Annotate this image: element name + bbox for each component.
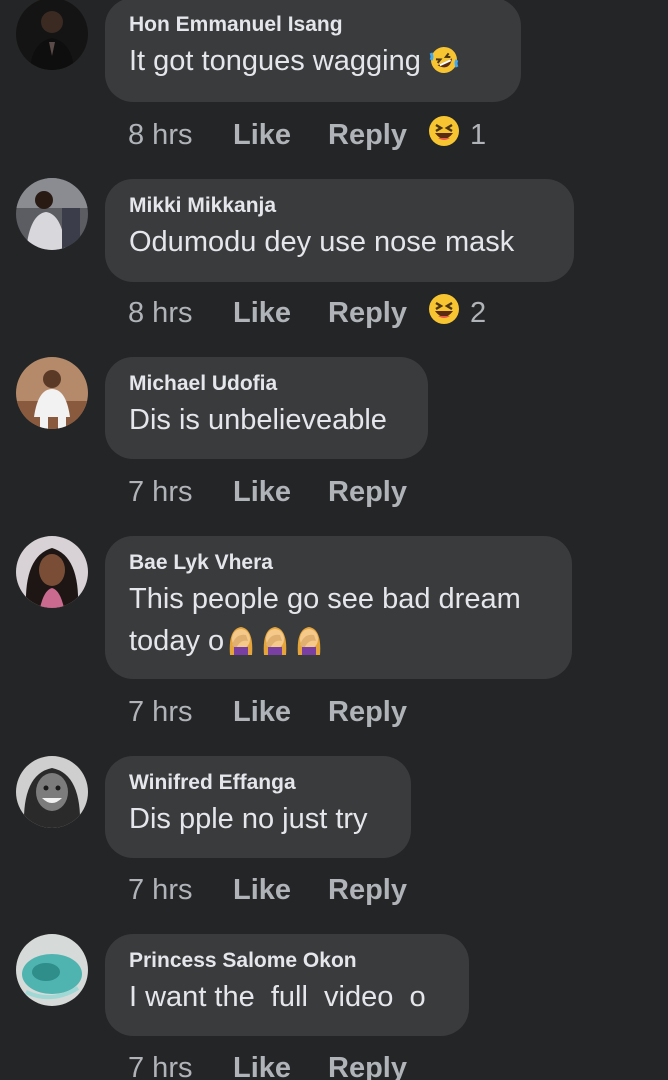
comment-text: Dis pple no just try: [129, 803, 368, 835]
comments-feed: Hon Emmanuel Isang It got tongues waggin…: [0, 0, 668, 1080]
comment-author[interactable]: Hon Emmanuel Isang: [129, 12, 497, 38]
comment-author[interactable]: Princess Salome Okon: [129, 948, 445, 974]
comment-text: This people go see bad dream today o: [129, 578, 548, 667]
reply-button[interactable]: Reply: [328, 1052, 428, 1080]
reaction-summary[interactable]: 2: [428, 293, 486, 333]
facepalm-emoji-icon: [224, 621, 258, 667]
comment-author[interactable]: Mikki Mikkanja: [129, 193, 550, 219]
comment-time[interactable]: 7 hrs: [128, 874, 233, 907]
like-button[interactable]: Like: [233, 874, 328, 907]
comment-actions: 7 hrs Like Reply: [128, 1048, 428, 1080]
comment-bubble[interactable]: Michael Udofia Dis is unbelieveable: [105, 357, 428, 459]
reaction-summary[interactable]: 1: [428, 115, 486, 155]
comment-time[interactable]: 7 hrs: [128, 696, 233, 729]
comment-bubble[interactable]: Bae Lyk Vhera This people go see bad dre…: [105, 536, 572, 679]
avatar[interactable]: [16, 0, 88, 70]
facepalm-emoji-icon: [292, 621, 326, 667]
avatar[interactable]: [16, 536, 88, 608]
comment-author[interactable]: Bae Lyk Vhera: [129, 550, 548, 576]
reply-button[interactable]: Reply: [328, 874, 428, 907]
comment-text: I want the full video o: [129, 981, 426, 1013]
comment-bubble[interactable]: Mikki Mikkanja Odumodu dey use nose mask: [105, 179, 574, 282]
comment-bubble[interactable]: Winifred Effanga Dis pple no just try: [105, 756, 411, 858]
comment-actions: 7 hrs Like Reply: [128, 472, 428, 512]
reply-button[interactable]: Reply: [328, 476, 428, 509]
comment-text: Odumodu dey use nose mask: [129, 226, 515, 258]
reply-button[interactable]: Reply: [328, 696, 428, 729]
like-button[interactable]: Like: [233, 119, 328, 152]
comment-text-line: This people go see bad dream: [129, 583, 521, 615]
reply-button[interactable]: Reply: [328, 119, 428, 152]
comment-time[interactable]: 7 hrs: [128, 1052, 233, 1080]
facepalm-emoji-icon: [258, 621, 292, 667]
comment-author[interactable]: Michael Udofia: [129, 371, 404, 397]
comment-time[interactable]: 7 hrs: [128, 476, 233, 509]
comment-actions: 8 hrs Like Reply 1: [128, 115, 486, 155]
comment-text: It got tongues wagging: [129, 40, 497, 87]
avatar[interactable]: [16, 178, 88, 250]
comment-time[interactable]: 8 hrs: [128, 297, 233, 330]
avatar[interactable]: [16, 756, 88, 828]
avatar[interactable]: [16, 934, 88, 1006]
like-button[interactable]: Like: [233, 1052, 328, 1080]
avatar[interactable]: [16, 357, 88, 429]
rofl-emoji-icon: [429, 45, 459, 87]
like-button[interactable]: Like: [233, 297, 328, 330]
comment-text: Dis is unbelieveable: [129, 404, 387, 436]
like-button[interactable]: Like: [233, 476, 328, 509]
like-button[interactable]: Like: [233, 696, 328, 729]
comment-actions: 8 hrs Like Reply 2: [128, 293, 486, 333]
comment-actions: 7 hrs Like Reply: [128, 870, 428, 910]
comment-time[interactable]: 8 hrs: [128, 119, 233, 152]
reply-button[interactable]: Reply: [328, 297, 428, 330]
laughing-emoji-icon: [428, 115, 460, 155]
comment-actions: 7 hrs Like Reply: [128, 692, 428, 732]
laughing-emoji-icon: [428, 293, 460, 333]
comment-bubble[interactable]: Princess Salome Okon I want the full vid…: [105, 934, 469, 1036]
reaction-count: 2: [470, 296, 487, 329]
comment-bubble[interactable]: Hon Emmanuel Isang It got tongues waggin…: [105, 0, 521, 102]
comment-author[interactable]: Winifred Effanga: [129, 770, 387, 796]
reaction-count: 1: [470, 118, 487, 151]
comment-text-line: today o: [129, 620, 548, 667]
